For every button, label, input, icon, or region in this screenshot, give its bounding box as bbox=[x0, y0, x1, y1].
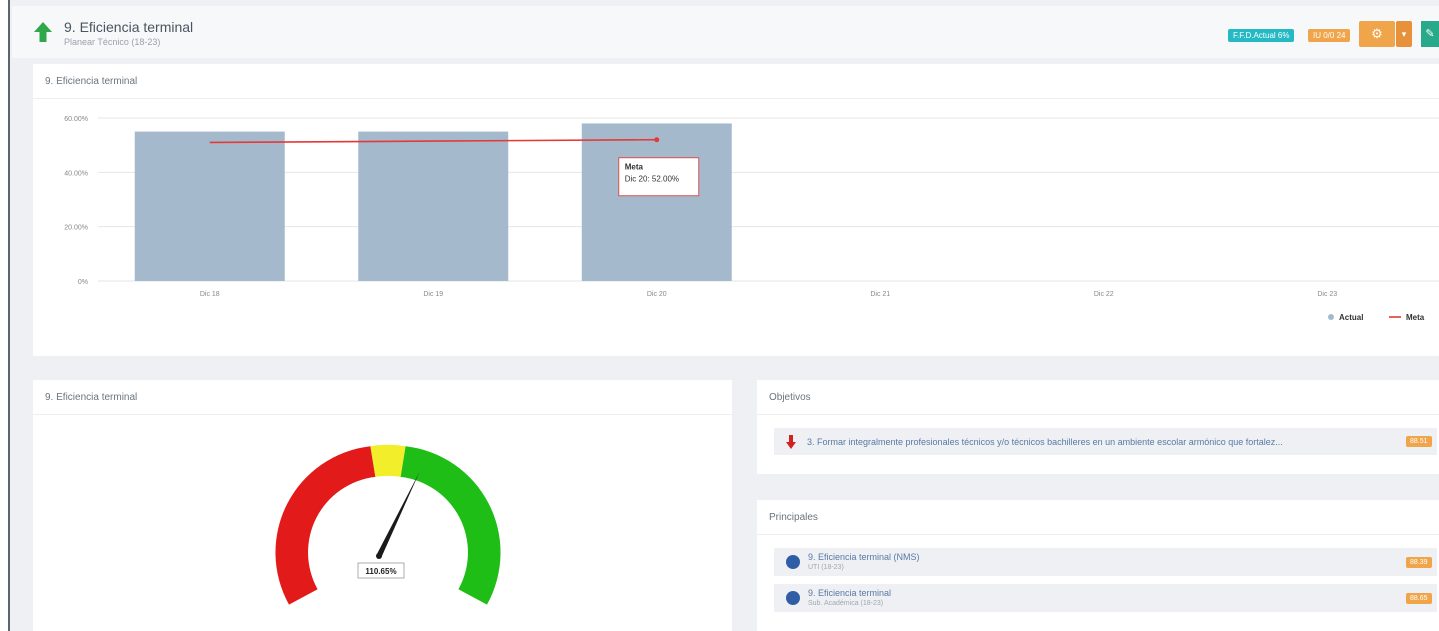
page-subtitle: Planear Técnico (18-23) bbox=[64, 37, 161, 47]
tooltip-title: Meta bbox=[625, 163, 644, 172]
gauge-chart: 110.65% bbox=[275, 444, 501, 605]
pencil-icon: ✎ bbox=[1425, 28, 1435, 40]
x-tick-label: Dic 20 bbox=[647, 291, 667, 298]
left-edge bbox=[0, 0, 10, 631]
settings-dropdown-toggle[interactable]: ▾ bbox=[1396, 21, 1412, 47]
y-tick-label: 20.00% bbox=[64, 225, 88, 232]
principal-item-sub: UTI (18-23) bbox=[808, 564, 844, 571]
status-dot-icon bbox=[786, 555, 800, 569]
chart-panel: 9. Eficiencia terminal 60.00% 40.00% 20.00… bbox=[33, 64, 1439, 356]
principal-score-badge: 88.65 bbox=[1406, 593, 1432, 604]
bar-chart: 60.00% 40.00% 20.00% 0% Dic 18 Dic 19 Dic 20 Di… bbox=[64, 116, 1439, 322]
page-title: 9. Eficiencia terminal bbox=[64, 19, 194, 35]
gauge-needle bbox=[376, 471, 420, 558]
status-badge-period: IU 0/0 24 bbox=[1308, 29, 1351, 42]
kpi-header: 9. Eficiencia terminal Planear Técnico (… bbox=[12, 6, 1439, 58]
tooltip-value: Dic 20: 52.00% bbox=[625, 175, 679, 184]
status-dot-icon bbox=[786, 591, 800, 605]
legend-meta-label: Meta bbox=[1406, 313, 1425, 322]
gauge-panel: 9. Eficiencia terminal 110.65% bbox=[33, 380, 732, 631]
gauge-band-red bbox=[275, 446, 376, 605]
x-tick-label: Dic 22 bbox=[1094, 291, 1114, 298]
gauge-pivot bbox=[376, 553, 382, 559]
caret-down-icon: ▾ bbox=[1401, 29, 1407, 39]
objetivos-panel: Objetivos 3. Formar integralmente profes… bbox=[757, 380, 1439, 474]
legend-actual-label: Actual bbox=[1339, 313, 1363, 322]
bar-actual bbox=[134, 131, 285, 281]
status-badge-actual: F.F.D.Actual 6% bbox=[1228, 29, 1295, 42]
trend-up-arrow-icon bbox=[34, 22, 52, 42]
legend-actual-marker bbox=[1328, 314, 1334, 320]
x-tick-label: Dic 18 bbox=[200, 291, 220, 298]
objetivo-item-text[interactable]: 3. Formar integralmente profesionales té… bbox=[807, 437, 1283, 447]
y-tick-label: 0% bbox=[78, 279, 88, 286]
panel-divider bbox=[757, 534, 1439, 535]
objetivos-title: Objetivos bbox=[769, 392, 811, 403]
edit-button[interactable]: ✎ bbox=[1421, 21, 1439, 47]
objetivo-score-badge: 88.51 bbox=[1406, 436, 1432, 447]
gear-icon: ⚙ bbox=[1371, 26, 1383, 41]
settings-button[interactable]: ⚙ bbox=[1359, 21, 1395, 47]
bar-actual bbox=[581, 123, 732, 281]
principal-score-badge: 88.39 bbox=[1406, 557, 1432, 568]
objetivo-item[interactable]: 3. Formar integralmente profesionales té… bbox=[774, 428, 1437, 455]
principales-title: Principales bbox=[769, 512, 818, 523]
x-tick-label: Dic 23 bbox=[1317, 291, 1337, 298]
gauge-value-label: 110.65% bbox=[365, 567, 396, 576]
principal-item[interactable]: 9. Eficiencia terminal Sub. Académica (1… bbox=[774, 584, 1437, 612]
x-tick-label: Dic 21 bbox=[870, 291, 890, 298]
principal-item-name[interactable]: 9. Eficiencia terminal (NMS) bbox=[808, 552, 920, 562]
panel-divider bbox=[757, 414, 1439, 415]
principal-item[interactable]: 9. Eficiencia terminal (NMS) UTI (18-23)… bbox=[774, 548, 1437, 576]
x-tick-label: Dic 19 bbox=[423, 291, 443, 298]
gauge-band-green bbox=[400, 446, 501, 605]
gauge-band-yellow bbox=[370, 444, 406, 477]
bar-actual bbox=[358, 131, 509, 281]
principal-item-name[interactable]: 9. Eficiencia terminal bbox=[808, 588, 891, 598]
y-tick-label: 40.00% bbox=[64, 170, 88, 177]
trend-down-arrow-icon bbox=[786, 435, 796, 449]
principal-item-sub: Sub. Académica (18-23) bbox=[808, 600, 884, 607]
y-tick-label: 60.00% bbox=[64, 116, 88, 123]
meta-point bbox=[654, 137, 660, 143]
principales-panel: Principales 9. Eficiencia terminal (NMS)… bbox=[757, 500, 1439, 631]
